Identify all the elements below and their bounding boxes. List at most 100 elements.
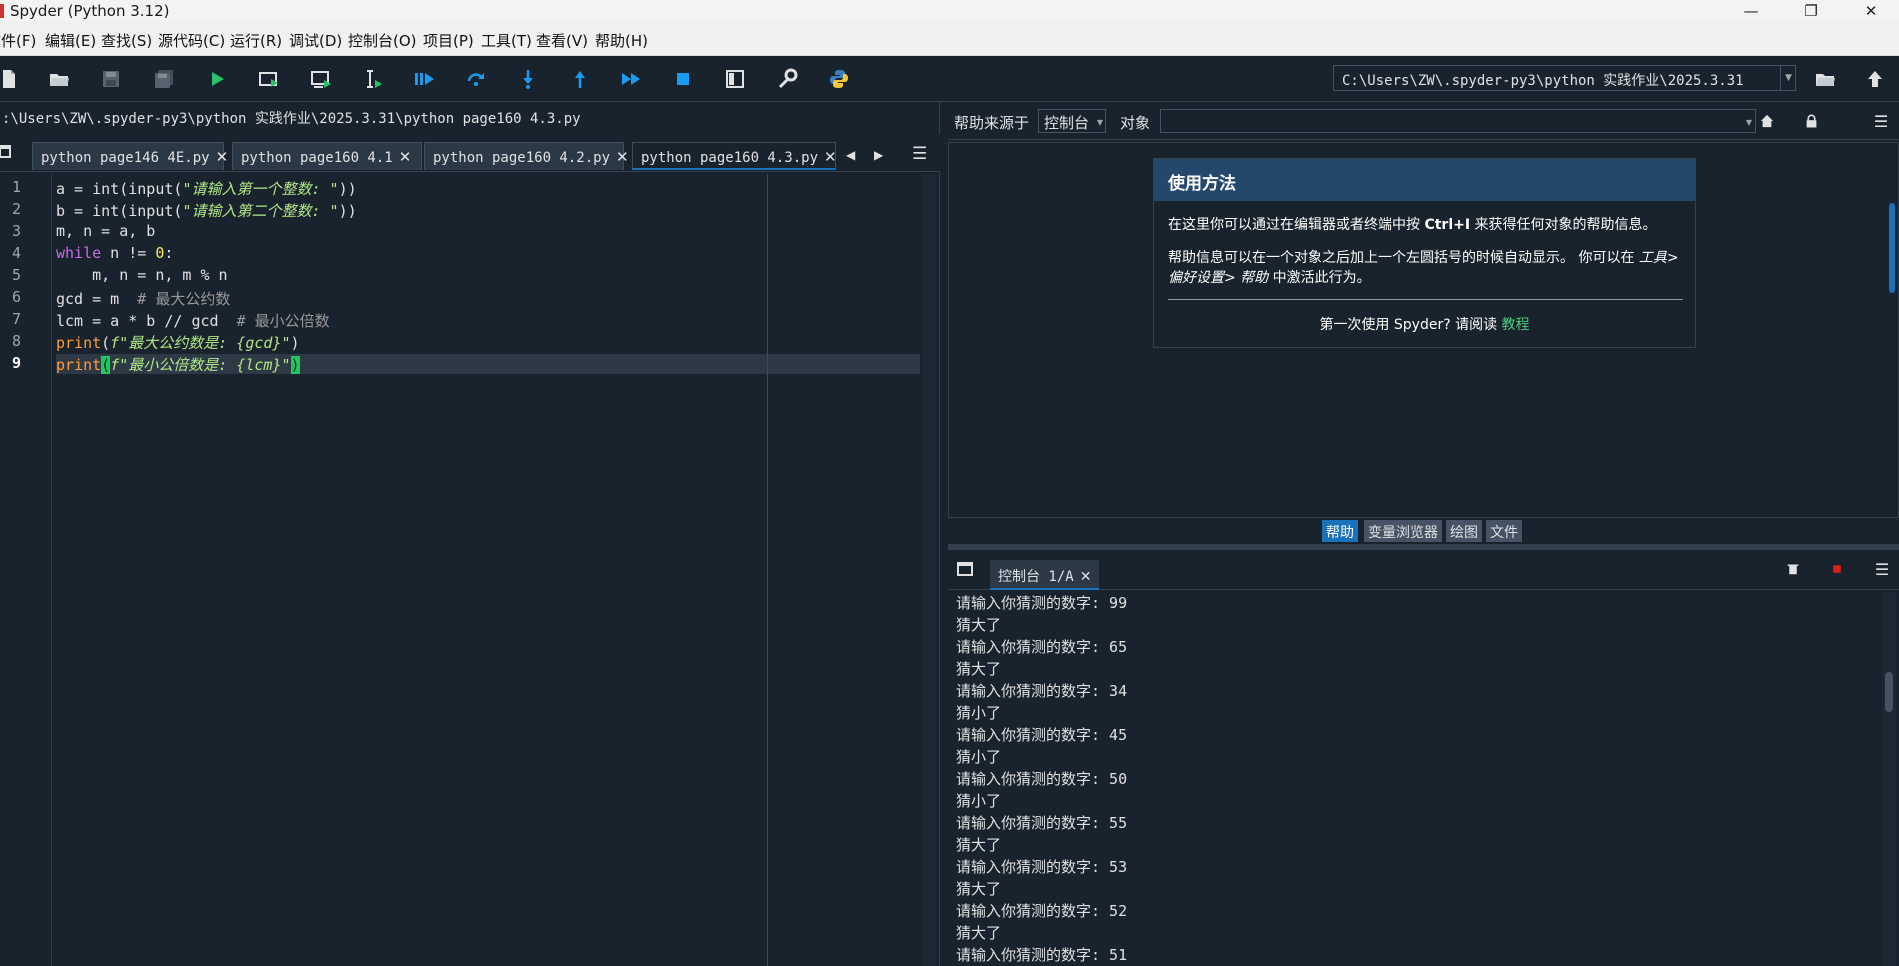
spyder-app-icon: [0, 4, 4, 18]
editor-tab-label: python page160 4.3.py: [641, 150, 819, 166]
code-line: m, n = n, m % n: [56, 266, 228, 284]
console-scrollbar-thumb[interactable]: [1885, 672, 1893, 712]
menu-help[interactable]: 帮助(H): [595, 30, 648, 51]
console-line: 请输入你猜测的数字: 53: [956, 858, 1128, 876]
tab-scroll-left-icon[interactable]: ◀: [846, 148, 855, 162]
menu-consoles[interactable]: 控制台(O): [348, 30, 417, 51]
chevron-down-icon: ▼: [1096, 118, 1103, 127]
code-token: )): [338, 180, 357, 198]
help-source-select[interactable]: 控制台 ▼: [1038, 109, 1106, 133]
code-line: m, n = a, b: [56, 222, 156, 240]
menu-projects[interactable]: 项目(P): [423, 30, 474, 51]
usage-divider: [1168, 299, 1683, 300]
run-cell-icon[interactable]: [256, 66, 282, 92]
editor-options-menu-icon[interactable]: ☰: [912, 144, 927, 164]
console-tab[interactable]: 控制台 1/A ✕: [990, 560, 1100, 590]
code-token: (: [119, 180, 129, 198]
run-selection-icon[interactable]: [360, 66, 386, 92]
menu-run[interactable]: 运行(R): [230, 30, 282, 51]
step-over-icon[interactable]: [463, 66, 489, 92]
tab-plots[interactable]: 绘图: [1446, 520, 1482, 542]
home-icon[interactable]: [1758, 112, 1776, 130]
code-token: "请输入第二个整数: ": [182, 202, 339, 220]
code-token: "请输入第一个整数: ": [182, 180, 339, 198]
tutorial-link[interactable]: 教程: [1502, 317, 1530, 333]
save-all-icon[interactable]: [151, 66, 177, 92]
run-icon[interactable]: [204, 66, 230, 92]
close-tab-icon[interactable]: ✕: [216, 148, 229, 166]
step-into-icon[interactable]: [515, 66, 541, 92]
help-options-menu-icon[interactable]: ☰: [1872, 112, 1890, 131]
usage-title: 使用方法: [1154, 159, 1695, 201]
console-line: 猜大了: [956, 660, 1002, 678]
editor-scrollbar[interactable]: [922, 174, 936, 966]
working-directory-input[interactable]: C:\Users\ZW\.spyder-py3\python 实践作业\2025…: [1333, 65, 1796, 91]
console-output[interactable]: 请输入你猜测的数字: 99 猜大了 请输入你猜测的数字: 65 猜大了 请输入你…: [956, 592, 1876, 966]
code-token: ): [290, 334, 300, 352]
close-window-button[interactable]: ✕: [1848, 0, 1894, 22]
parent-directory-icon[interactable]: [1862, 66, 1888, 92]
editor-tab[interactable]: python page146 4E.py ✕: [32, 142, 228, 170]
open-file-icon[interactable]: [46, 66, 72, 92]
title-bar: Spyder (Python 3.12) — ❐ ✕: [0, 0, 1899, 22]
browse-directory-icon[interactable]: [1812, 66, 1838, 92]
interrupt-kernel-icon[interactable]: [1828, 560, 1846, 578]
close-tab-icon[interactable]: ✕: [824, 148, 837, 166]
maximize-pane-icon[interactable]: [722, 66, 748, 92]
minimize-button[interactable]: —: [1728, 0, 1774, 22]
preferences-icon[interactable]: [774, 66, 800, 92]
restore-button[interactable]: ❐: [1788, 0, 1834, 22]
usage-paragraph: 帮助信息可以在一个对象之后加上一个左圆括号的时候自动显示。 你可以在 工具> 偏…: [1168, 250, 1679, 286]
code-token: lcm = a * b // gcd: [56, 312, 237, 330]
menu-edit[interactable]: 编辑(E): [45, 30, 96, 51]
line-number: 1: [12, 178, 22, 196]
browse-console-tabs-icon[interactable]: [956, 560, 974, 578]
code-line: while n != 0:: [56, 244, 173, 262]
tab-variable-explorer[interactable]: 变量浏览器: [1364, 520, 1442, 542]
browse-tabs-icon[interactable]: [0, 142, 14, 162]
menu-source[interactable]: 源代码(C): [158, 30, 225, 51]
help-source-label: 帮助来源于: [954, 114, 1030, 132]
help-scrollbar[interactable]: [1889, 203, 1895, 293]
line-number: 8: [12, 332, 22, 350]
editor-tab-bar: python page146 4E.py ✕ python page160 4.1…: [0, 134, 940, 172]
python-path-icon[interactable]: [826, 66, 852, 92]
code-editor[interactable]: 1 2 3 4 5 6 7 8 9 a = int(input("请输入第一个整…: [0, 174, 938, 966]
menu-search[interactable]: 查找(S): [101, 30, 152, 51]
code-token: (: [119, 202, 129, 220]
tab-scroll-right-icon[interactable]: ▶: [874, 148, 883, 162]
close-tab-icon[interactable]: ✕: [616, 148, 629, 166]
new-file-icon[interactable]: [0, 66, 22, 92]
console-line: 猜小了: [956, 704, 1002, 722]
console-options-menu-icon[interactable]: ☰: [1873, 560, 1891, 579]
step-out-icon[interactable]: [567, 66, 593, 92]
continue-icon[interactable]: [618, 66, 644, 92]
tab-help[interactable]: 帮助: [1322, 520, 1358, 542]
code-token: while: [56, 244, 102, 262]
editor-tab[interactable]: python page160 4.1 ✕: [232, 142, 422, 170]
menu-debug[interactable]: 调试(D): [289, 30, 342, 51]
help-object-input[interactable]: ▼: [1160, 109, 1756, 133]
save-file-icon[interactable]: [98, 66, 124, 92]
code-line: print(f"最大公约数是: {gcd}"): [56, 332, 300, 353]
stop-icon[interactable]: [670, 66, 696, 92]
console-line: 猜大了: [956, 616, 1002, 634]
close-tab-icon[interactable]: ✕: [1080, 569, 1092, 585]
editor-tab-active[interactable]: python page160 4.3.py ✕: [632, 142, 837, 170]
code-token: )): [338, 202, 357, 220]
code-token: input: [128, 180, 174, 198]
menu-file[interactable]: 文件(F): [0, 30, 36, 51]
tab-files[interactable]: 文件: [1486, 520, 1522, 542]
debug-icon[interactable]: [411, 66, 437, 92]
close-tab-icon[interactable]: ✕: [399, 148, 412, 166]
editor-tab[interactable]: python page160 4.2.py ✕: [424, 142, 629, 170]
lock-icon[interactable]: [1802, 112, 1820, 130]
code-token: f"最大公约数是: {gcd}": [110, 334, 291, 352]
console-scrollbar[interactable]: [1882, 592, 1896, 966]
code-token: a =: [56, 180, 93, 198]
menu-tools[interactable]: 工具(T): [481, 30, 532, 51]
trash-icon[interactable]: [1784, 560, 1802, 578]
run-cell-advance-icon[interactable]: [308, 66, 334, 92]
working-directory-dropdown-icon[interactable]: ▼: [1780, 65, 1796, 91]
menu-view[interactable]: 查看(V): [536, 30, 588, 51]
